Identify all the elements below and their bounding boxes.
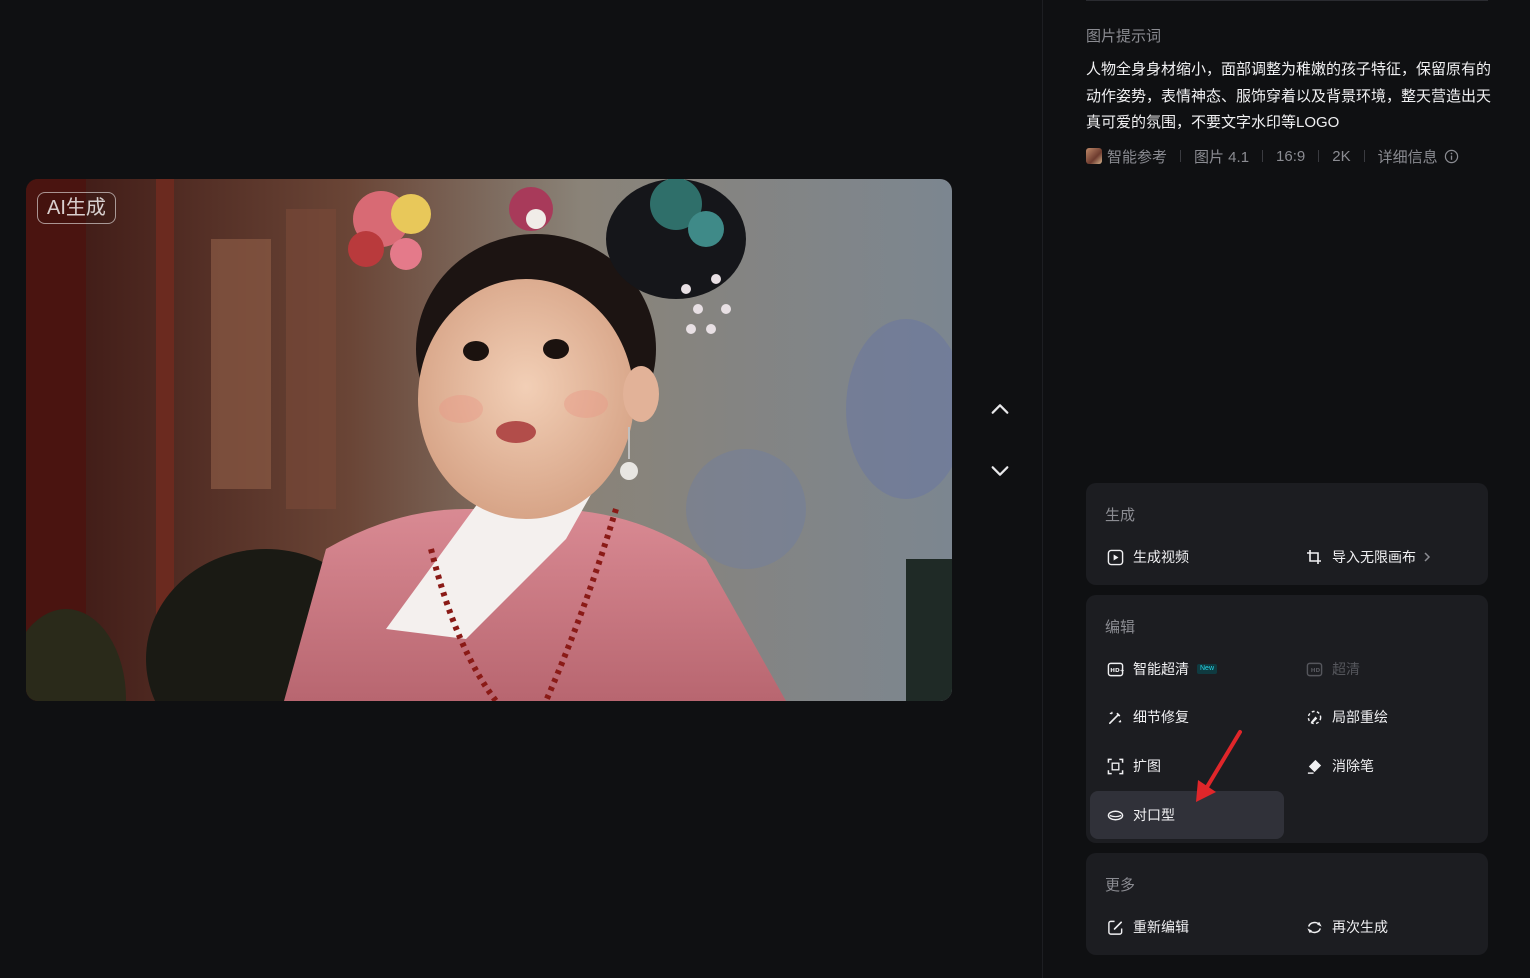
prompt-label: 图片提示词 bbox=[1086, 28, 1162, 45]
play-video-icon bbox=[1105, 547, 1125, 567]
partial-redraw-label: 局部重绘 bbox=[1332, 709, 1388, 725]
previous-image-button[interactable] bbox=[985, 394, 1015, 424]
re-edit-label: 重新编辑 bbox=[1133, 919, 1189, 935]
hd-plus-icon: HD+ bbox=[1105, 659, 1125, 679]
ai-generated-badge: AI生成 bbox=[37, 192, 116, 224]
expand-image-label: 扩图 bbox=[1133, 758, 1161, 774]
edit-card: 编辑 HD+ 智能超清 New HD 超清 细节修复 局部重绘 扩图 消除笔 对… bbox=[1086, 595, 1488, 843]
chevron-right-icon bbox=[1423, 551, 1431, 563]
eraser-icon bbox=[1304, 756, 1324, 776]
chevron-down-icon bbox=[991, 466, 1009, 476]
reference-label[interactable]: 智能参考 bbox=[1107, 146, 1167, 167]
reference-thumbnail bbox=[1086, 148, 1102, 164]
more-card: 更多 重新编辑 再次生成 bbox=[1086, 853, 1488, 955]
magic-wand-icon bbox=[1105, 707, 1125, 727]
lips-icon bbox=[1105, 805, 1125, 825]
re-edit-button[interactable]: 重新编辑 bbox=[1105, 903, 1285, 951]
regenerate-icon bbox=[1304, 917, 1324, 937]
smart-upscale-label: 智能超清 bbox=[1133, 661, 1189, 677]
regenerate-button[interactable]: 再次生成 bbox=[1304, 903, 1474, 951]
lip-sync-label: 对口型 bbox=[1133, 807, 1175, 823]
ratio-label: 16:9 bbox=[1276, 147, 1306, 165]
upscale-label: 超清 bbox=[1332, 661, 1360, 677]
info-icon[interactable] bbox=[1444, 149, 1459, 164]
details-panel: 图片提示词 人物全身身材缩小，面部调整为稚嫩的孩子特征，保留原有的动作姿势，表情… bbox=[1043, 0, 1530, 978]
svg-text:HD+: HD+ bbox=[1110, 667, 1124, 673]
next-image-button[interactable] bbox=[985, 456, 1015, 486]
edit-icon bbox=[1105, 917, 1125, 937]
image-viewer: AI生成 bbox=[0, 0, 1042, 978]
meta-separator bbox=[1363, 150, 1365, 162]
image-meta-row: 智能参考 图片 4.1 16:9 2K 详细信息 bbox=[1086, 145, 1459, 167]
lip-sync-button[interactable]: 对口型 bbox=[1090, 791, 1284, 839]
hd-icon: HD bbox=[1304, 659, 1324, 679]
regenerate-label: 再次生成 bbox=[1332, 919, 1388, 935]
edit-section-title: 编辑 bbox=[1105, 619, 1136, 636]
smart-upscale-button[interactable]: HD+ 智能超清 New bbox=[1105, 645, 1285, 693]
resolution-label: 2K bbox=[1332, 147, 1351, 165]
generate-card: 生成 生成视频 导入无限画布 bbox=[1086, 483, 1488, 585]
meta-separator bbox=[1180, 150, 1182, 162]
prompt-text: 人物全身身材缩小，面部调整为稚嫩的孩子特征，保留原有的动作姿势，表情神态、服饰穿… bbox=[1086, 61, 1492, 131]
more-section-title: 更多 bbox=[1105, 877, 1136, 894]
partial-redraw-button[interactable]: 局部重绘 bbox=[1304, 693, 1474, 741]
model-label: 图片 4.1 bbox=[1194, 148, 1250, 166]
expand-icon bbox=[1105, 756, 1125, 776]
crop-canvas-icon bbox=[1304, 547, 1324, 567]
detail-repair-label: 细节修复 bbox=[1133, 709, 1189, 725]
generated-image[interactable] bbox=[26, 179, 952, 701]
eraser-label: 消除笔 bbox=[1332, 758, 1374, 774]
details-link[interactable]: 详细信息 bbox=[1378, 146, 1438, 167]
partial-redraw-icon bbox=[1304, 707, 1324, 727]
meta-separator bbox=[1262, 150, 1264, 162]
expand-image-button[interactable]: 扩图 bbox=[1105, 742, 1285, 790]
new-badge: New bbox=[1197, 664, 1218, 674]
meta-separator bbox=[1318, 150, 1320, 162]
top-divider bbox=[1086, 0, 1488, 1]
upscale-button[interactable]: HD 超清 bbox=[1304, 645, 1474, 693]
generate-section-title: 生成 bbox=[1105, 507, 1136, 524]
import-canvas-label: 导入无限画布 bbox=[1332, 549, 1416, 565]
generate-video-button[interactable]: 生成视频 bbox=[1105, 533, 1285, 581]
import-canvas-button[interactable]: 导入无限画布 bbox=[1304, 533, 1474, 581]
chevron-up-icon bbox=[991, 404, 1009, 414]
eraser-button[interactable]: 消除笔 bbox=[1304, 742, 1474, 790]
svg-text:HD: HD bbox=[1310, 667, 1320, 673]
generate-video-label: 生成视频 bbox=[1133, 549, 1189, 565]
detail-repair-button[interactable]: 细节修复 bbox=[1105, 693, 1285, 741]
